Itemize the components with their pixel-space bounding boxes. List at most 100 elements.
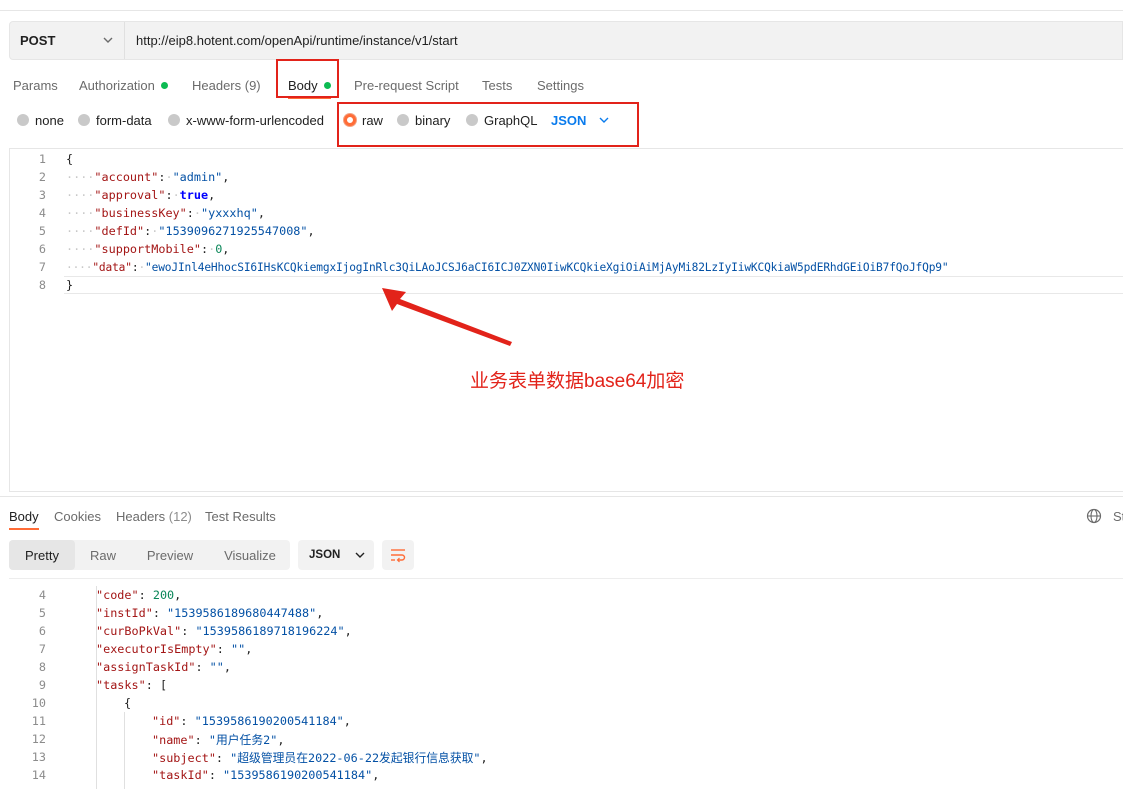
radio-label: x-www-form-urlencoded [186,112,324,128]
response-code-line: 4 "code": 200, [18,586,181,604]
response-code-line: 5 "instId": "1539586189680447488", [18,604,323,622]
tab-headers[interactable]: Headers (9) [192,74,261,96]
view-pretty-button[interactable]: Pretty [9,540,75,570]
line-number: 12 [31,732,46,746]
response-tab-headers[interactable]: Headers (12) [116,506,192,526]
tab-label: Test Results [205,508,276,524]
annotation-arrow-icon [382,288,512,346]
json-key: "executorIsEmpty" [96,642,217,656]
json-value: "admin" [172,170,223,184]
tab-pre-request-script[interactable]: Pre-request Script [354,74,459,96]
json-value: "" [230,642,246,656]
json-punctuation: , [344,624,352,638]
json-punctuation: , [174,588,182,602]
response-tab-test-results[interactable]: Test Results [205,506,276,526]
chevron-down-icon [355,552,365,558]
globe-icon[interactable] [1086,508,1102,524]
response-code-line: 9 "tasks": [ [18,676,167,694]
json-punctuation: , [480,750,488,765]
tab-label: Pre-request Script [354,77,459,93]
code-text: "name": "用户任务2", [152,732,285,747]
code-text: "assignTaskId": "", [96,660,231,674]
tab-label: Authorization [79,77,155,93]
line-number: 1 [38,152,46,166]
line-number: 4 [38,206,46,220]
json-value: { [124,696,132,710]
json-key: "defId" [94,224,145,238]
wrap-lines-button[interactable] [382,540,414,570]
line-number: 3 [38,188,46,202]
json-punctuation: , [343,714,351,728]
json-key: "name" [152,732,195,747]
code-line: 8 } [18,276,73,294]
json-punctuation: , [372,768,380,782]
annotation-text: 业务表单数据base64加密 [470,371,685,392]
json-key: "approval" [94,188,166,202]
method-label: POST [20,33,56,48]
tab-label: Settings [537,77,584,93]
code-line: 7 ····"data":·"ewoJInl4eHhocSI6IHsKCQkie… [18,258,949,276]
code-text: "subject": "超级管理员在2022-06-22发起银行信息获取", [152,750,488,765]
json-value: true [179,188,209,202]
json-key: "supportMobile" [94,242,201,256]
line-number: 7 [38,260,46,274]
view-visualize-button[interactable]: Visualize [212,540,288,570]
json-key: "taskId" [152,768,209,782]
line-number: 6 [38,242,46,256]
view-preview-button[interactable]: Preview [136,540,204,570]
response-code-line: 14 "taskId": "1539586190200541184", [18,766,380,784]
json-value: "1539586190200541184" [223,768,373,782]
line-number: 5 [38,224,46,238]
active-tab-underline [9,528,39,530]
json-key: "tasks" [96,678,146,692]
code-text: "tasks": [ [96,678,168,692]
status-text: St [1113,508,1123,524]
wrap-lines-icon [391,549,406,563]
json-value: "ewoJInl4eHhocSI6IHsKCQkiemgxIjogInRlc3Q… [145,260,949,274]
code-text: "id": "1539586190200541184", [152,714,351,728]
method-divider [124,22,125,59]
radio-x-www-form-urlencoded[interactable]: x-www-form-urlencoded [168,109,324,131]
code-text: "executorIsEmpty": "", [96,642,253,656]
radio-icon [78,114,90,126]
radio-label: form-data [96,112,152,128]
view-raw-button[interactable]: Raw [78,540,128,570]
line-number: 5 [38,606,46,620]
json-value: "yxxxhq" [200,206,258,220]
json-value: "1539096271925547008" [158,224,308,238]
tab-label: Params [13,77,58,93]
json-value: "1539586189680447488" [167,606,317,620]
code-line: 6 ····"supportMobile":·0, [18,240,230,258]
response-code-line: 7 "executorIsEmpty": "", [18,640,252,658]
radio-form-data[interactable]: form-data [78,109,152,131]
line-number: 13 [31,750,46,764]
url-input[interactable]: http://eip8.hotent.com/openApi/runtime/i… [136,22,458,59]
response-format-select[interactable]: JSON [298,540,374,570]
response-code-line: 10 { [18,694,131,712]
code-text: { [124,696,131,710]
json-value: "超级管理员在2022-06-22发起银行信息获取" [230,750,481,765]
tab-authorization[interactable]: Authorization [79,74,168,96]
code-line: 3 ····"approval":·true, [18,186,215,204]
radio-label: none [35,112,64,128]
code-text: "code": 200, [96,588,182,602]
highlight-box-body-tab [276,59,339,98]
json-value: "1539586190200541184" [194,714,344,728]
tab-params[interactable]: Params [13,74,58,96]
method-select[interactable]: POST [10,22,124,59]
code-text: } [66,278,74,292]
json-punctuation: , [223,660,231,674]
response-tab-body[interactable]: Body [9,506,39,526]
line-number: 2 [38,170,46,184]
pane-divider[interactable] [0,496,1123,497]
json-value: "1539586189718196224" [195,624,345,638]
code-text: "taskId": "1539586190200541184", [152,768,380,782]
json-value: [ [159,678,168,692]
line-number: 8 [38,660,46,674]
response-tab-cookies[interactable]: Cookies [54,506,101,526]
json-punctuation: , [277,732,285,747]
line-number: 4 [38,588,46,602]
tab-settings[interactable]: Settings [537,74,584,96]
tab-tests[interactable]: Tests [482,74,512,96]
radio-none[interactable]: none [17,109,64,131]
